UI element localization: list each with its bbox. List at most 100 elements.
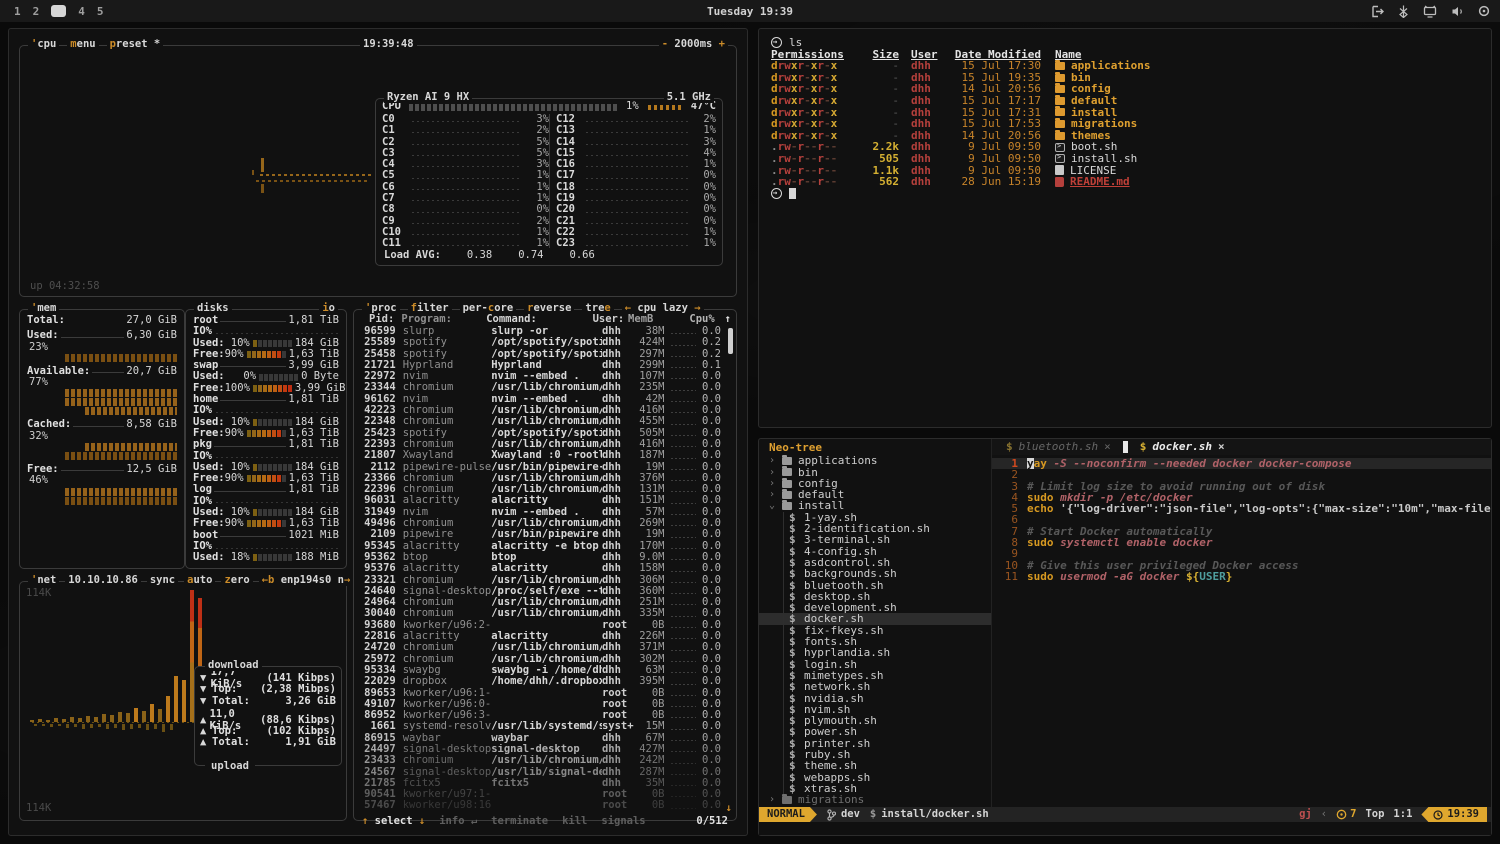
tree-item-3-terminal.sh[interactable]: $3-terminal.sh (759, 534, 991, 545)
process-action-button[interactable]: signals (601, 816, 645, 827)
code-line-5[interactable]: 5echo '{"log-driver":"json-file","log-op… (992, 503, 1491, 514)
code-line-8[interactable]: 8sudo systemctl enable docker (992, 537, 1491, 548)
process-row[interactable]: 57467kworker/u98:16-broot0B0.0 (360, 800, 731, 811)
box-title-fragment[interactable]: auto (184, 575, 215, 586)
code-line-2[interactable]: 2 (992, 469, 1491, 480)
buffer-tab-bluetooth.sh[interactable]: $bluetooth.sh× (998, 441, 1119, 452)
process-row[interactable]: 21721HyprlandHyprlanddhh299M0.1 (360, 360, 731, 371)
tree-item-backgrounds.sh[interactable]: $backgrounds.sh (759, 568, 991, 579)
tree-item-xtras.sh[interactable]: $xtras.sh (759, 783, 991, 794)
process-row[interactable]: 24964chromium/usr/lib/chromium/dhh251M0.… (360, 597, 731, 608)
code-line-6[interactable]: 6 (992, 514, 1491, 525)
box-title-fragment[interactable]: menu (67, 39, 98, 50)
display-icon[interactable] (1423, 5, 1437, 18)
process-row[interactable]: 22029dropbox/home/dhh/.dropboxdhh395M0.0 (360, 676, 731, 687)
process-row[interactable]: 49496chromium/usr/lib/chromium/dhh269M0.… (360, 518, 731, 529)
process-row[interactable]: 24720chromium/usr/lib/chromium/dhh371M0.… (360, 642, 731, 653)
column-command[interactable]: Command: (486, 314, 592, 326)
process-row[interactable]: 90541kworker/u97:1-btroot0B0.0 (360, 789, 731, 800)
box-title-fragment[interactable]: - 2000ms + (659, 39, 728, 50)
tree-item-theme.sh[interactable]: $theme.sh (759, 760, 991, 771)
process-row[interactable]: 96162nvimnvim --embed .dhh42M0.0 (360, 394, 731, 405)
close-icon[interactable]: × (1104, 441, 1111, 452)
process-row[interactable]: 25423spotify/opt/spotify/spotidhh505M0.0 (360, 428, 731, 439)
process-row[interactable]: 31949nvimnvim --embed .dhh57M0.0 (360, 507, 731, 518)
process-row[interactable]: 21785fcitx5fcitx5dhh35M0.0 (360, 778, 731, 789)
box-title-fragment[interactable]: 'net (28, 575, 59, 586)
process-cpu-graph (665, 733, 703, 744)
tree-item-config[interactable]: ›config (759, 478, 991, 489)
box-title-fragment[interactable]: zero (221, 575, 252, 586)
tree-item-applications[interactable]: ›applications (759, 455, 991, 466)
process-row[interactable]: 23366chromium/usr/lib/chromium/dhh376M0.… (360, 473, 731, 484)
command-line[interactable] (759, 822, 1491, 835)
process-row[interactable]: 2112pipewire-pulse/usr/bin/pipewire-dhh1… (360, 462, 731, 473)
close-icon[interactable]: × (1218, 441, 1225, 452)
process-row[interactable]: 95376alacrittyalacrittydhh158M0.0 (360, 563, 731, 574)
process-row[interactable]: 96599slurpslurp -ordhh38M0.0 (360, 326, 731, 337)
tree-item-migrations[interactable]: ›migrations (759, 794, 991, 805)
process-row[interactable]: 86915waybarwaybardhh67M0.0 (360, 733, 731, 744)
process-row[interactable]: 49107kworker/u96:0-dmroot0B0.0 (360, 699, 731, 710)
process-row[interactable]: 22396chromium/usr/lib/chromium/dhh131M0.… (360, 484, 731, 495)
column-program[interactable]: Program: (394, 314, 486, 326)
process-row[interactable]: 2109pipewire/usr/bin/pipewiredhh19M0.0 (360, 529, 731, 540)
box-title-fragment[interactable]: preset * (107, 39, 164, 50)
buffer-tab-docker.sh[interactable]: $docker.sh× (1132, 441, 1233, 452)
process-row[interactable]: 95334swaybgswaybg -i /home/dhdhh63M0.0 (360, 665, 731, 676)
process-row[interactable]: 1661systemd-resolve/usr/lib/systemd/ssys… (360, 721, 731, 732)
process-row[interactable]: 25972chromium/usr/lib/chromium/dhh302M0.… (360, 654, 731, 665)
code-line-11[interactable]: 11sudo usermod -aG docker ${USER} (992, 571, 1491, 582)
process-command: alacritty (491, 563, 602, 574)
tree-item-network.sh[interactable]: $network.sh (759, 681, 991, 692)
scroll-down-arrow[interactable]: ↓ (726, 803, 732, 814)
process-row[interactable]: 22348chromium/usr/lib/chromium/dhh455M0.… (360, 416, 731, 427)
box-title-fragment[interactable]: sync (147, 575, 178, 586)
box-title-fragment[interactable]: 10.10.10.86 (65, 575, 141, 586)
process-row[interactable]: 96031alacrittyalacrittydhh151M0.0 (360, 495, 731, 506)
process-row[interactable]: 23344chromium/usr/lib/chromium/dhh235M0.… (360, 382, 731, 393)
process-row[interactable]: 22816alacrittyalacrittydhh226M0.0 (360, 631, 731, 642)
code-line-7[interactable]: 7# Start Docker automatically (992, 526, 1491, 537)
process-row[interactable]: 95362btopbtopdhh9.0M0.0 (360, 552, 731, 563)
code-line-9[interactable]: 9 (992, 548, 1491, 559)
circle-icon[interactable] (1478, 5, 1490, 17)
process-row[interactable]: 95345alacrittyalacritty -e btopdhh170M0.… (360, 541, 731, 552)
process-row[interactable]: 22393chromium/usr/lib/chromium/dhh416M0.… (360, 439, 731, 450)
process-row[interactable]: 42223chromium/usr/lib/chromium/dhh416M0.… (360, 405, 731, 416)
code-line-4[interactable]: 4sudo mkdir -p /etc/docker (992, 492, 1491, 503)
process-row[interactable]: 21807XwaylandXwayland :0 -rootldhh187M0.… (360, 450, 731, 461)
box-title-fragment[interactable]: 'cpu (28, 39, 59, 50)
process-row[interactable]: 25589spotify/opt/spotify/spotidhh424M0.2 (360, 337, 731, 348)
process-row[interactable]: 24497signal-desktopsignal-desktopdhh427M… (360, 744, 731, 755)
box-title-fragment[interactable]: ←b enp194s0 n→ (259, 575, 354, 586)
code-line-1[interactable]: 1yay -S --noconfirm --needed docker dock… (992, 458, 1491, 469)
process-row[interactable]: 24640signal-desktop/proc/self/exe --tdhh… (360, 586, 731, 597)
box-title-fragment[interactable]: io (319, 303, 338, 314)
process-row[interactable]: 22972nvimnvim --embed .dhh107M0.0 (360, 371, 731, 382)
process-action-button[interactable]: info ↵ (439, 816, 477, 827)
code-line-10[interactable]: 10# Give this user privileged Docker acc… (992, 560, 1491, 571)
process-row[interactable]: 24567signal-desktop/usr/lib/signal-dedhh… (360, 767, 731, 778)
logout-icon[interactable] (1371, 5, 1384, 18)
process-scrollbar-thumb[interactable] (728, 328, 733, 354)
tree-item-default[interactable]: ›default (759, 489, 991, 500)
editor[interactable]: 1yay -S --noconfirm --needed docker dock… (992, 455, 1491, 807)
code-line-3[interactable]: 3# Limit log size to avoid running out o… (992, 481, 1491, 492)
volume-icon[interactable] (1451, 5, 1464, 18)
process-action-button[interactable]: kill (562, 816, 587, 827)
process-row[interactable]: 23321chromium/usr/lib/chromium/dhh306M0.… (360, 575, 731, 586)
process-row[interactable]: 25458spotify/opt/spotify/spotidhh297M0.2 (360, 349, 731, 360)
bluetooth-icon[interactable] (1398, 5, 1409, 18)
process-action-button[interactable]: terminate (491, 816, 548, 827)
scroll-up-arrow[interactable]: ↑ (725, 314, 731, 326)
tree-item-bin[interactable]: ›bin (759, 467, 991, 478)
process-row[interactable]: 23433chromium/usr/lib/chromium/dhh242M0.… (360, 755, 731, 766)
prompt-line-current[interactable] (771, 188, 1479, 200)
tree-item-hyprlandia.sh[interactable]: $hyprlandia.sh (759, 647, 991, 658)
process-row[interactable]: 86952kworker/u96:3-sdroot0B0.0 (360, 710, 731, 721)
select-buttons[interactable]: ↑ select ↓ (362, 816, 425, 827)
process-row[interactable]: 93680kworker/u96:2-gfroot0B0.0 (360, 620, 731, 631)
process-row[interactable]: 89653kworker/u96:1-sdroot0B0.0 (360, 688, 731, 699)
process-row[interactable]: 30040chromium/usr/lib/chromium/dhh335M0.… (360, 608, 731, 619)
